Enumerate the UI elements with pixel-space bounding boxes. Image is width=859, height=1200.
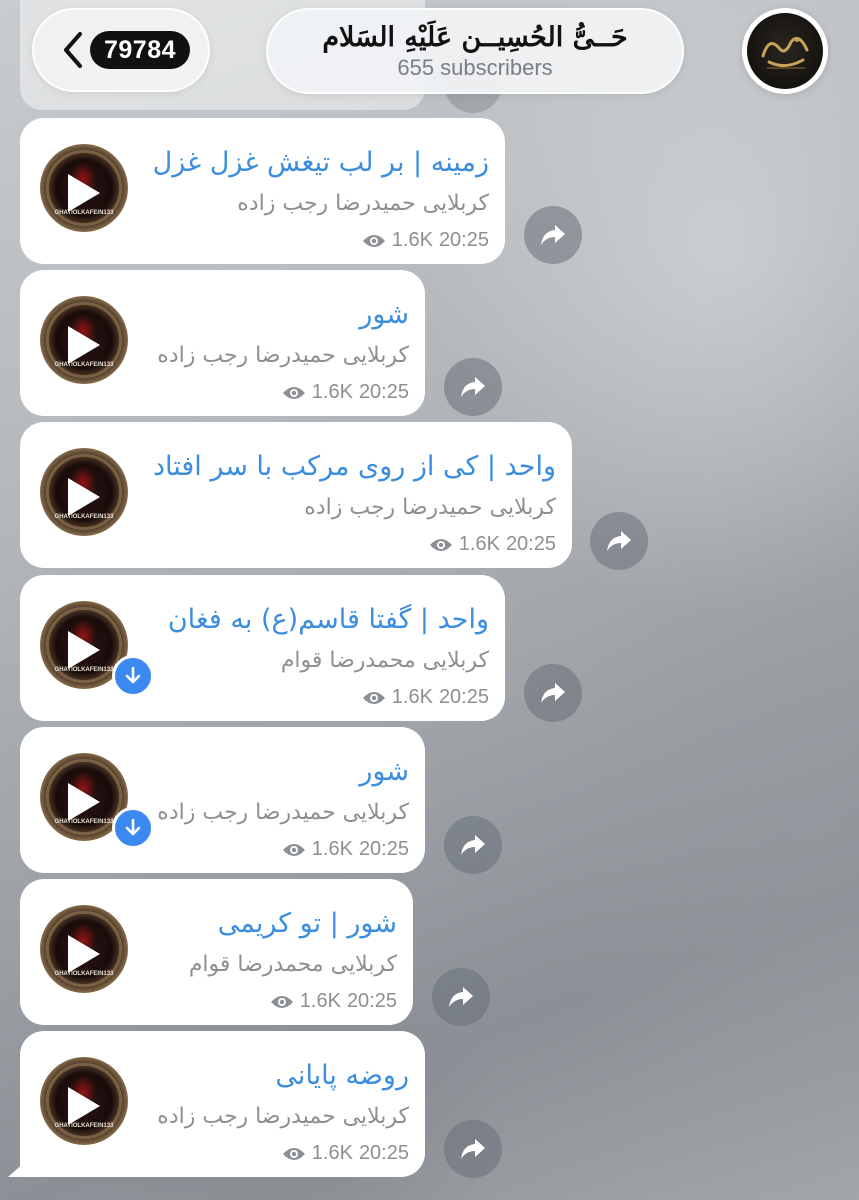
- play-icon[interactable]: [68, 478, 100, 516]
- video-thumbnail[interactable]: GHATIOLKAFEIN133: [40, 144, 128, 232]
- message-bubble[interactable]: GHATIOLKAFEIN133 شور کربلایی حمیدرضا رجب…: [20, 270, 425, 416]
- eye-icon: [362, 691, 385, 704]
- message-time: 20:25: [438, 229, 489, 251]
- message-performer: کربلایی حمیدرضا رجب زاده: [157, 343, 409, 368]
- channel-info[interactable]: حَــیُّ الحُسِیــن عَلَیْهِ السَلام 655 …: [266, 8, 684, 94]
- share-arrow-icon: [461, 835, 485, 855]
- eye-icon: [282, 386, 305, 399]
- eye-icon: [282, 843, 305, 856]
- calligraphy-logo-icon: [747, 13, 823, 89]
- download-icon[interactable]: [112, 655, 154, 697]
- unread-count-badge: 79784: [90, 31, 191, 69]
- message-meta: 1.6K 20:25: [282, 381, 409, 404]
- eye-icon: [362, 234, 385, 247]
- message-meta: 1.6K 20:25: [282, 1142, 409, 1165]
- back-button[interactable]: 79784: [32, 8, 210, 92]
- message-bubble[interactable]: GHATIOLKAFEIN133 واحد | گفتا قاسم(ع) به …: [20, 575, 505, 721]
- message-meta: 1.6K 20:25: [282, 838, 409, 861]
- play-icon[interactable]: [68, 631, 100, 669]
- message-title: زمینه | بر لب تیغش غزل غزل: [152, 147, 489, 178]
- share-button[interactable]: [444, 358, 502, 416]
- message-meta: 1.6K 20:25: [362, 229, 489, 252]
- eye-icon: [270, 995, 293, 1008]
- message-meta: 1.6K 20:25: [429, 533, 556, 556]
- share-button[interactable]: [432, 968, 490, 1026]
- eye-icon: [429, 538, 452, 551]
- message-bubble[interactable]: GHATIOLKAFEIN133 زمینه | بر لب تیغش غزل …: [20, 118, 505, 264]
- message-title: واحد | کی از روی مرکب با سر افتاد: [152, 451, 556, 482]
- message-time: 20:25: [346, 990, 397, 1012]
- message-performer: کربلایی حمیدرضا رجب زاده: [237, 191, 489, 216]
- share-button[interactable]: [524, 206, 582, 264]
- play-icon[interactable]: [68, 783, 100, 821]
- video-thumbnail[interactable]: GHATIOLKAFEIN133: [40, 296, 128, 384]
- share-arrow-icon: [541, 225, 565, 245]
- message-time: 20:25: [358, 1142, 409, 1164]
- share-arrow-icon: [607, 531, 631, 551]
- message-performer: کربلایی محمدرضا قوام: [280, 648, 489, 673]
- message-performer: کربلایی حمیدرضا رجب زاده: [157, 800, 409, 825]
- message-time: 20:25: [505, 533, 556, 555]
- message-performer: کربلایی حمیدرضا رجب زاده: [157, 1104, 409, 1129]
- channel-avatar[interactable]: [742, 8, 828, 94]
- play-icon[interactable]: [68, 1087, 100, 1125]
- video-thumbnail[interactable]: GHATIOLKAFEIN133: [40, 1057, 128, 1145]
- share-arrow-icon: [461, 377, 485, 397]
- message-title: روضه پایانی: [275, 1060, 409, 1091]
- view-count: 1.6K: [311, 838, 353, 860]
- view-count: 1.6K: [311, 381, 353, 403]
- share-arrow-icon: [541, 683, 565, 703]
- share-button[interactable]: [444, 1120, 502, 1178]
- message-bubble[interactable]: GHATIOLKAFEIN133 شور | تو کریمی کربلایی …: [20, 879, 413, 1025]
- share-button[interactable]: [524, 664, 582, 722]
- message-time: 20:25: [438, 686, 489, 708]
- message-performer: کربلایی حمیدرضا رجب زاده: [304, 495, 556, 520]
- message-title: شور: [359, 756, 409, 787]
- play-icon[interactable]: [68, 935, 100, 973]
- video-thumbnail[interactable]: GHATIOLKAFEIN133: [40, 905, 128, 993]
- message-title: شور | تو کریمی: [217, 908, 397, 939]
- message-title: واحد | گفتا قاسم(ع) به فغان: [167, 604, 489, 635]
- subscriber-count: 655 subscribers: [397, 55, 553, 80]
- channel-title: حَــیُّ الحُسِیــن عَلَیْهِ السَلام: [322, 22, 628, 53]
- play-icon[interactable]: [68, 326, 100, 364]
- message-time: 20:25: [358, 381, 409, 403]
- view-count: 1.6K: [391, 229, 433, 251]
- video-thumbnail[interactable]: GHATIOLKAFEIN133: [40, 448, 128, 536]
- chevron-left-icon: [64, 32, 82, 68]
- message-performer: کربلایی محمدرضا قوام: [188, 952, 397, 977]
- bubble-tail: [8, 1161, 26, 1177]
- message-bubble[interactable]: GHATIOLKAFEIN133 واحد | کی از روی مرکب ب…: [20, 422, 572, 568]
- play-icon[interactable]: [68, 174, 100, 212]
- message-meta: 1.6K 20:25: [270, 990, 397, 1013]
- eye-icon: [282, 1147, 305, 1160]
- share-button[interactable]: [590, 512, 648, 570]
- share-arrow-icon: [461, 1139, 485, 1159]
- message-title: شور: [359, 299, 409, 330]
- view-count: 1.6K: [299, 990, 341, 1012]
- share-arrow-icon: [449, 987, 473, 1007]
- view-count: 1.6K: [311, 1142, 353, 1164]
- share-button[interactable]: [444, 816, 502, 874]
- message-time: 20:25: [358, 838, 409, 860]
- view-count: 1.6K: [458, 533, 500, 555]
- message-bubble[interactable]: GHATIOLKAFEIN133 روضه پایانی کربلایی حمی…: [8, 1031, 425, 1177]
- message-meta: 1.6K 20:25: [362, 686, 489, 709]
- download-icon[interactable]: [112, 807, 154, 849]
- message-bubble[interactable]: GHATIOLKAFEIN133 شور کربلایی حمیدرضا رجب…: [20, 727, 425, 873]
- view-count: 1.6K: [391, 686, 433, 708]
